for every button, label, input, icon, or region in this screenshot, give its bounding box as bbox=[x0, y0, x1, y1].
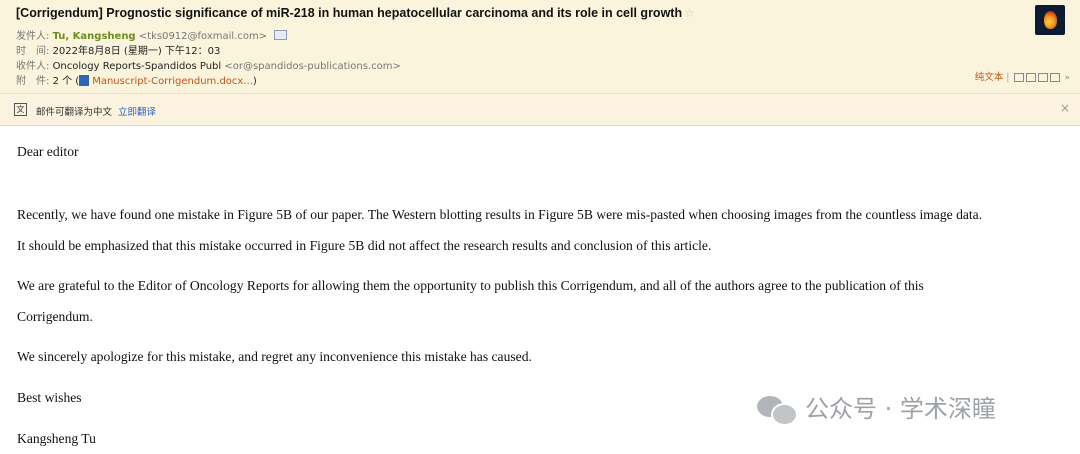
flame-logo-icon bbox=[1044, 11, 1057, 29]
watermark-text: 公众号 · 学术深瞳 bbox=[805, 395, 996, 423]
attachment-link[interactable]: Manuscript-Corrigendum.docx... bbox=[92, 76, 253, 87]
translate-icon: 文 bbox=[14, 103, 27, 116]
attachment-label: 附 件: bbox=[16, 76, 50, 87]
translate-notice: 邮件可翻译为中文 立即翻译 bbox=[36, 104, 156, 118]
sender-email[interactable]: <tks0912@foxmail.com> bbox=[139, 31, 267, 42]
paragraph-3: We sincerely apologize for this mistake,… bbox=[17, 349, 532, 364]
new-window-icon[interactable] bbox=[1014, 73, 1025, 82]
from-row: 发件人: Tu, Kangsheng <tks0912@foxmail.com> bbox=[16, 27, 288, 42]
closing: Best wishes bbox=[17, 390, 82, 405]
document-icon bbox=[79, 74, 90, 86]
subject-text: [Corrigendum] Prognostic significance of… bbox=[16, 6, 683, 20]
print-preview-icon[interactable] bbox=[1038, 73, 1049, 82]
from-label: 发件人: bbox=[16, 31, 50, 42]
paragraph-2-line-1: We are grateful to the Editor of Oncolog… bbox=[17, 278, 924, 293]
paragraph-1-line-1: Recently, we have found one mistake in F… bbox=[17, 207, 983, 222]
signature: Kangsheng Tu bbox=[17, 431, 96, 446]
translate-bar: 文 邮件可翻译为中文 立即翻译 × bbox=[0, 93, 1080, 126]
attachment-count: 2 个 ( bbox=[52, 76, 80, 87]
mail-subject: [Corrigendum] Prognostic significance of… bbox=[16, 6, 695, 20]
mail-header: [Corrigendum] Prognostic significance of… bbox=[0, 0, 1080, 93]
greeting: Dear editor bbox=[17, 144, 79, 159]
time-label: 时 间: bbox=[16, 46, 50, 57]
close-icon[interactable]: × bbox=[1060, 101, 1070, 115]
paragraph-2-line-2: Corrigendum. bbox=[17, 309, 93, 324]
wechat-logo-icon bbox=[755, 392, 799, 426]
toolbar-separator: | bbox=[1006, 72, 1010, 83]
to-label: 收件人: bbox=[16, 61, 50, 72]
plain-text-button[interactable]: 纯文本 bbox=[975, 72, 1004, 83]
attachment-row: 附 件: 2 个 ( Manuscript-Corrigendum.docx...… bbox=[16, 72, 257, 87]
translate-now-link[interactable]: 立即翻译 bbox=[118, 107, 156, 118]
attachment-close-paren: ) bbox=[252, 76, 257, 87]
contact-card-icon[interactable] bbox=[274, 30, 288, 40]
chevron-down-icon[interactable]: » bbox=[1064, 73, 1070, 83]
time-value: 2022年8月8日 (星期一) 下午12：03 bbox=[52, 46, 221, 57]
sender-avatar[interactable] bbox=[1035, 5, 1065, 35]
recipient-name[interactable]: Oncology Reports-Spandidos Publ bbox=[53, 61, 222, 72]
recipient-email[interactable]: <or@spandidos-publications.com> bbox=[224, 61, 401, 72]
print-icon[interactable] bbox=[1050, 73, 1061, 82]
expand-icon[interactable] bbox=[1026, 73, 1037, 82]
sender-name[interactable]: Tu, Kangsheng bbox=[53, 31, 136, 42]
to-row: 收件人: Oncology Reports-Spandidos Publ <or… bbox=[16, 57, 401, 72]
translate-notice-text: 邮件可翻译为中文 bbox=[36, 107, 113, 118]
time-row: 时 间: 2022年8月8日 (星期一) 下午12：03 bbox=[16, 42, 220, 57]
paragraph-1-line-2: It should be emphasized that this mistak… bbox=[17, 238, 712, 253]
star-icon[interactable]: ☆ bbox=[684, 6, 695, 20]
header-toolbar: 纯文本 | » bbox=[975, 69, 1070, 83]
